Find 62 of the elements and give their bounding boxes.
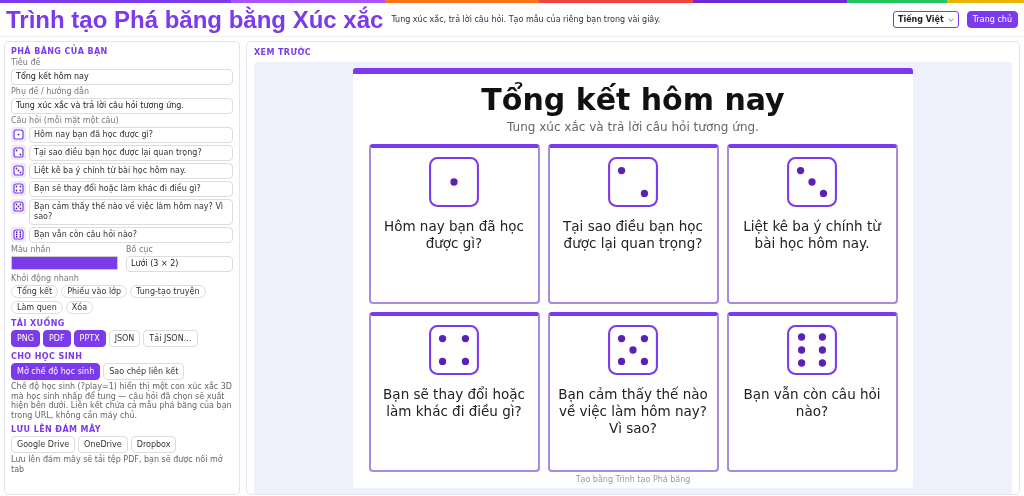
die-icon xyxy=(11,227,26,242)
student-button[interactable]: Mở chế độ học sinh xyxy=(11,363,101,380)
cloud-button[interactable]: Google Drive xyxy=(11,436,76,453)
question-text: Tại sao điều bạn học được lại quan trọng? xyxy=(562,218,704,252)
home-button[interactable]: Trang chủ xyxy=(966,11,1018,28)
field-label: Phụ đề / hướng dẫn xyxy=(11,87,91,96)
preset-chip[interactable]: Phiếu vào lớp xyxy=(61,285,128,298)
cloud-note: Lưu lên đám mây sẽ tải tệp PDF, bạn sẽ được nối mở tab xyxy=(11,455,224,474)
field-label: Màu nhấn xyxy=(11,245,52,254)
sheet-subtitle: Tung xúc xắc và trả lời câu hỏi tương ứng. xyxy=(507,120,759,134)
question-text: Bạn sẽ thay đổi hoặc làm khác đi điều gì? xyxy=(382,386,526,420)
cloud-button[interactable]: Dropbox xyxy=(130,436,177,453)
download-button[interactable]: PDF xyxy=(43,330,71,347)
field-label: Khởi động nhanh xyxy=(11,274,80,283)
download-button[interactable]: JSON xyxy=(108,330,141,347)
caret-icon xyxy=(947,17,954,22)
student-button[interactable]: Sao chép liên kết xyxy=(103,363,185,380)
question-input[interactable]: Bạn cảm thấy thế nào về việc làm hôm nay? Vì sao? xyxy=(29,199,233,225)
layout-select[interactable]: Lưới (3 × 2) xyxy=(126,256,233,272)
preset-chip[interactable]: Tung-tạo truyện xyxy=(130,285,206,298)
field-label: Tiêu đề xyxy=(11,58,42,67)
die-icon xyxy=(11,181,26,196)
die-icon xyxy=(11,199,26,214)
color-swatch[interactable] xyxy=(11,256,118,270)
die-icon xyxy=(607,156,659,208)
question-input[interactable]: Hôm nay bạn đã học được gì? xyxy=(29,127,233,143)
die-icon xyxy=(11,163,26,178)
preset-chip[interactable]: Xóa xyxy=(65,301,94,314)
question-input[interactable]: Tại sao điều bạn học được lại quan trọng? xyxy=(29,145,233,161)
sheet-footer: Tạo bằng Trình tạo Phá băng xyxy=(575,475,691,484)
download-button[interactable]: Tải JSON… xyxy=(143,330,198,347)
question-text: Hôm nay bạn đã học được gì? xyxy=(383,218,525,252)
section-heading: CHO HỌC SINH xyxy=(11,352,84,361)
question-text: Bạn vẫn còn câu hỏi nào? xyxy=(742,386,882,420)
question-text: Bạn cảm thấy thế nào về việc làm hôm nay? Vì sao? xyxy=(557,386,709,437)
die-icon xyxy=(11,145,26,160)
question-input[interactable]: Bạn vẫn còn câu hỏi nào? xyxy=(29,227,233,243)
preset-chip[interactable]: Làm quen xyxy=(11,301,63,314)
die-icon xyxy=(786,156,838,208)
student-note: Chế độ học sinh (?play=1) hiển thị một con xúc xắc 3D mà học sinh nhấp để tung — câu hỏi đã chọn sẽ xuất hiện bên dưới. Liên kết chứa cả mẫu phá băng của bạn trong URL, không cần máy chủ. xyxy=(11,382,233,420)
question-text: Liệt kê ba ý chính từ bài học hôm nay. xyxy=(742,218,883,252)
cloud-button[interactable]: OneDrive xyxy=(78,436,128,453)
tagline: Tung xúc xắc, trả lời câu hỏi. Tạo mẫu của riêng bạn trong vài giây. xyxy=(391,15,662,24)
section-heading: XEM TRƯỚC xyxy=(254,48,313,57)
section-heading: LƯU LÊN ĐÁM MÂY xyxy=(11,425,102,434)
field-label: Câu hỏi (mỗi mặt một câu) xyxy=(11,116,120,125)
preset-chip[interactable]: Tổng kết xyxy=(11,285,59,298)
die-icon xyxy=(11,127,26,142)
die-icon xyxy=(428,324,480,376)
question-input[interactable]: Bạn sẽ thay đổi hoặc làm khác đi điều gì? xyxy=(29,181,233,197)
die-icon xyxy=(428,156,480,208)
question-input[interactable]: Liệt kê ba ý chính từ bài học hôm nay. xyxy=(29,163,233,179)
download-button[interactable]: PPTX xyxy=(73,330,106,347)
die-icon xyxy=(786,324,838,376)
title-input[interactable]: Tổng kết hôm nay xyxy=(11,69,233,85)
subtitle-input[interactable]: Tung xúc xắc và trả lời câu hỏi tương ứng. xyxy=(11,98,233,114)
language-select[interactable]: Tiếng Việt xyxy=(893,11,959,28)
sheet-title: Tổng kết hôm nay xyxy=(481,82,785,117)
download-button[interactable]: PNG xyxy=(11,330,40,347)
app-title: Trình tạo Phá băng bằng Xúc xắc xyxy=(6,5,384,34)
die-icon xyxy=(607,324,659,376)
field-label: Bố cục xyxy=(126,245,154,254)
